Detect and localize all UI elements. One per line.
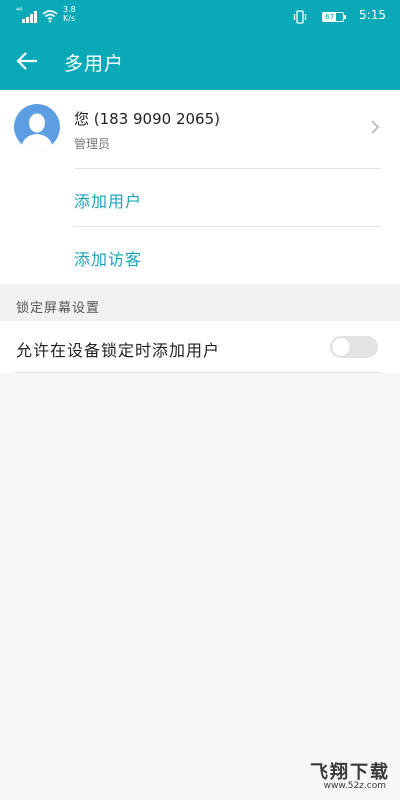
action-bar: 多用户	[0, 34, 400, 90]
signal-icon	[22, 11, 38, 23]
current-user-row[interactable]: 您 (183 9090 2065) 管理员	[0, 90, 400, 168]
avatar-icon	[14, 104, 60, 150]
status-time: 5:15	[359, 8, 386, 22]
user-role: 管理员	[74, 137, 111, 151]
divider	[74, 168, 381, 169]
add-guest-button[interactable]: 添加访客	[74, 246, 142, 270]
toggle-knob	[332, 338, 350, 356]
chevron-right-icon	[371, 120, 380, 134]
status-bar: ⁴⁶ 3.8 K/s 67 5:15	[0, 0, 400, 34]
battery-level: 67	[323, 13, 337, 21]
watermark: 飞翔下载 www.52z.com	[295, 758, 390, 792]
section-title: 锁定屏幕设置	[16, 301, 101, 316]
allow-add-when-locked-row[interactable]: 允许在设备锁定时添加用户	[0, 321, 400, 373]
setting-label: 允许在设备锁定时添加用户	[16, 341, 221, 360]
divider	[74, 226, 381, 227]
page-title: 多用户	[64, 53, 125, 75]
users-card: 您 (183 9090 2065) 管理员 添加用户 添加访客	[0, 90, 400, 284]
user-name: 您 (183 9090 2065)	[74, 110, 220, 128]
add-user-button[interactable]: 添加用户	[74, 188, 142, 212]
wifi-icon	[42, 10, 58, 23]
net-speed-value: 3.8	[63, 5, 76, 14]
lock-screen-section-header: 锁定屏幕设置	[0, 284, 400, 321]
watermark-sub: www.52z.com	[323, 781, 386, 791]
net-speed-unit: K/s	[63, 14, 76, 23]
vibrate-icon	[293, 10, 307, 24]
net-speed: 3.8 K/s	[63, 5, 76, 23]
back-arrow-icon[interactable]	[14, 48, 40, 74]
divider	[14, 372, 381, 373]
allow-add-when-locked-toggle[interactable]	[330, 336, 378, 358]
battery-icon: 67	[322, 12, 346, 22]
